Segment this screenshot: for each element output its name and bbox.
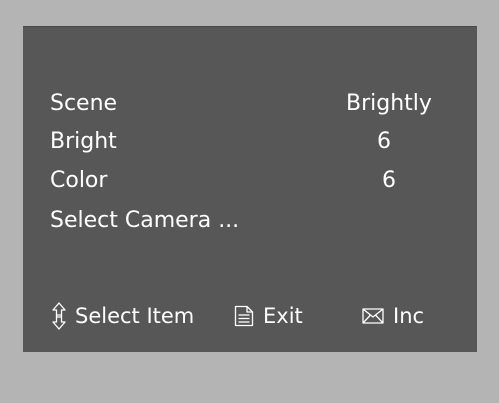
hint-label: Inc (393, 304, 425, 328)
hint-label: Exit (263, 304, 303, 328)
menu-item-bright[interactable]: Bright 6 (50, 125, 450, 159)
menu-item-label: Bright (50, 129, 117, 154)
hint-label: Select Item (75, 304, 195, 328)
hint-inc: Inc (362, 301, 424, 331)
menu-item-label: Color (50, 168, 108, 193)
menu-item-select-camera[interactable]: Select Camera ... (50, 204, 450, 238)
hint-exit: Exit (234, 301, 303, 331)
menu-item-value: Brightly (346, 91, 432, 116)
footer-hints: Select Item Exit Inc (23, 301, 477, 331)
menu-item-label: Select Camera ... (50, 208, 240, 233)
hint-select-item: Select Item (52, 301, 194, 331)
osd-menu-panel: Scene Brightly Bright 6 Color 6 Select C… (23, 26, 477, 352)
menu-item-value: 6 (382, 168, 396, 193)
up-down-arrows-icon (52, 302, 66, 330)
menu-item-scene[interactable]: Scene Brightly (50, 87, 450, 121)
menu-item-value: 6 (377, 129, 391, 154)
menu-item-label: Scene (50, 91, 118, 116)
menu-item-color[interactable]: Color 6 (50, 164, 450, 198)
document-icon (234, 305, 254, 327)
envelope-icon (362, 308, 384, 324)
